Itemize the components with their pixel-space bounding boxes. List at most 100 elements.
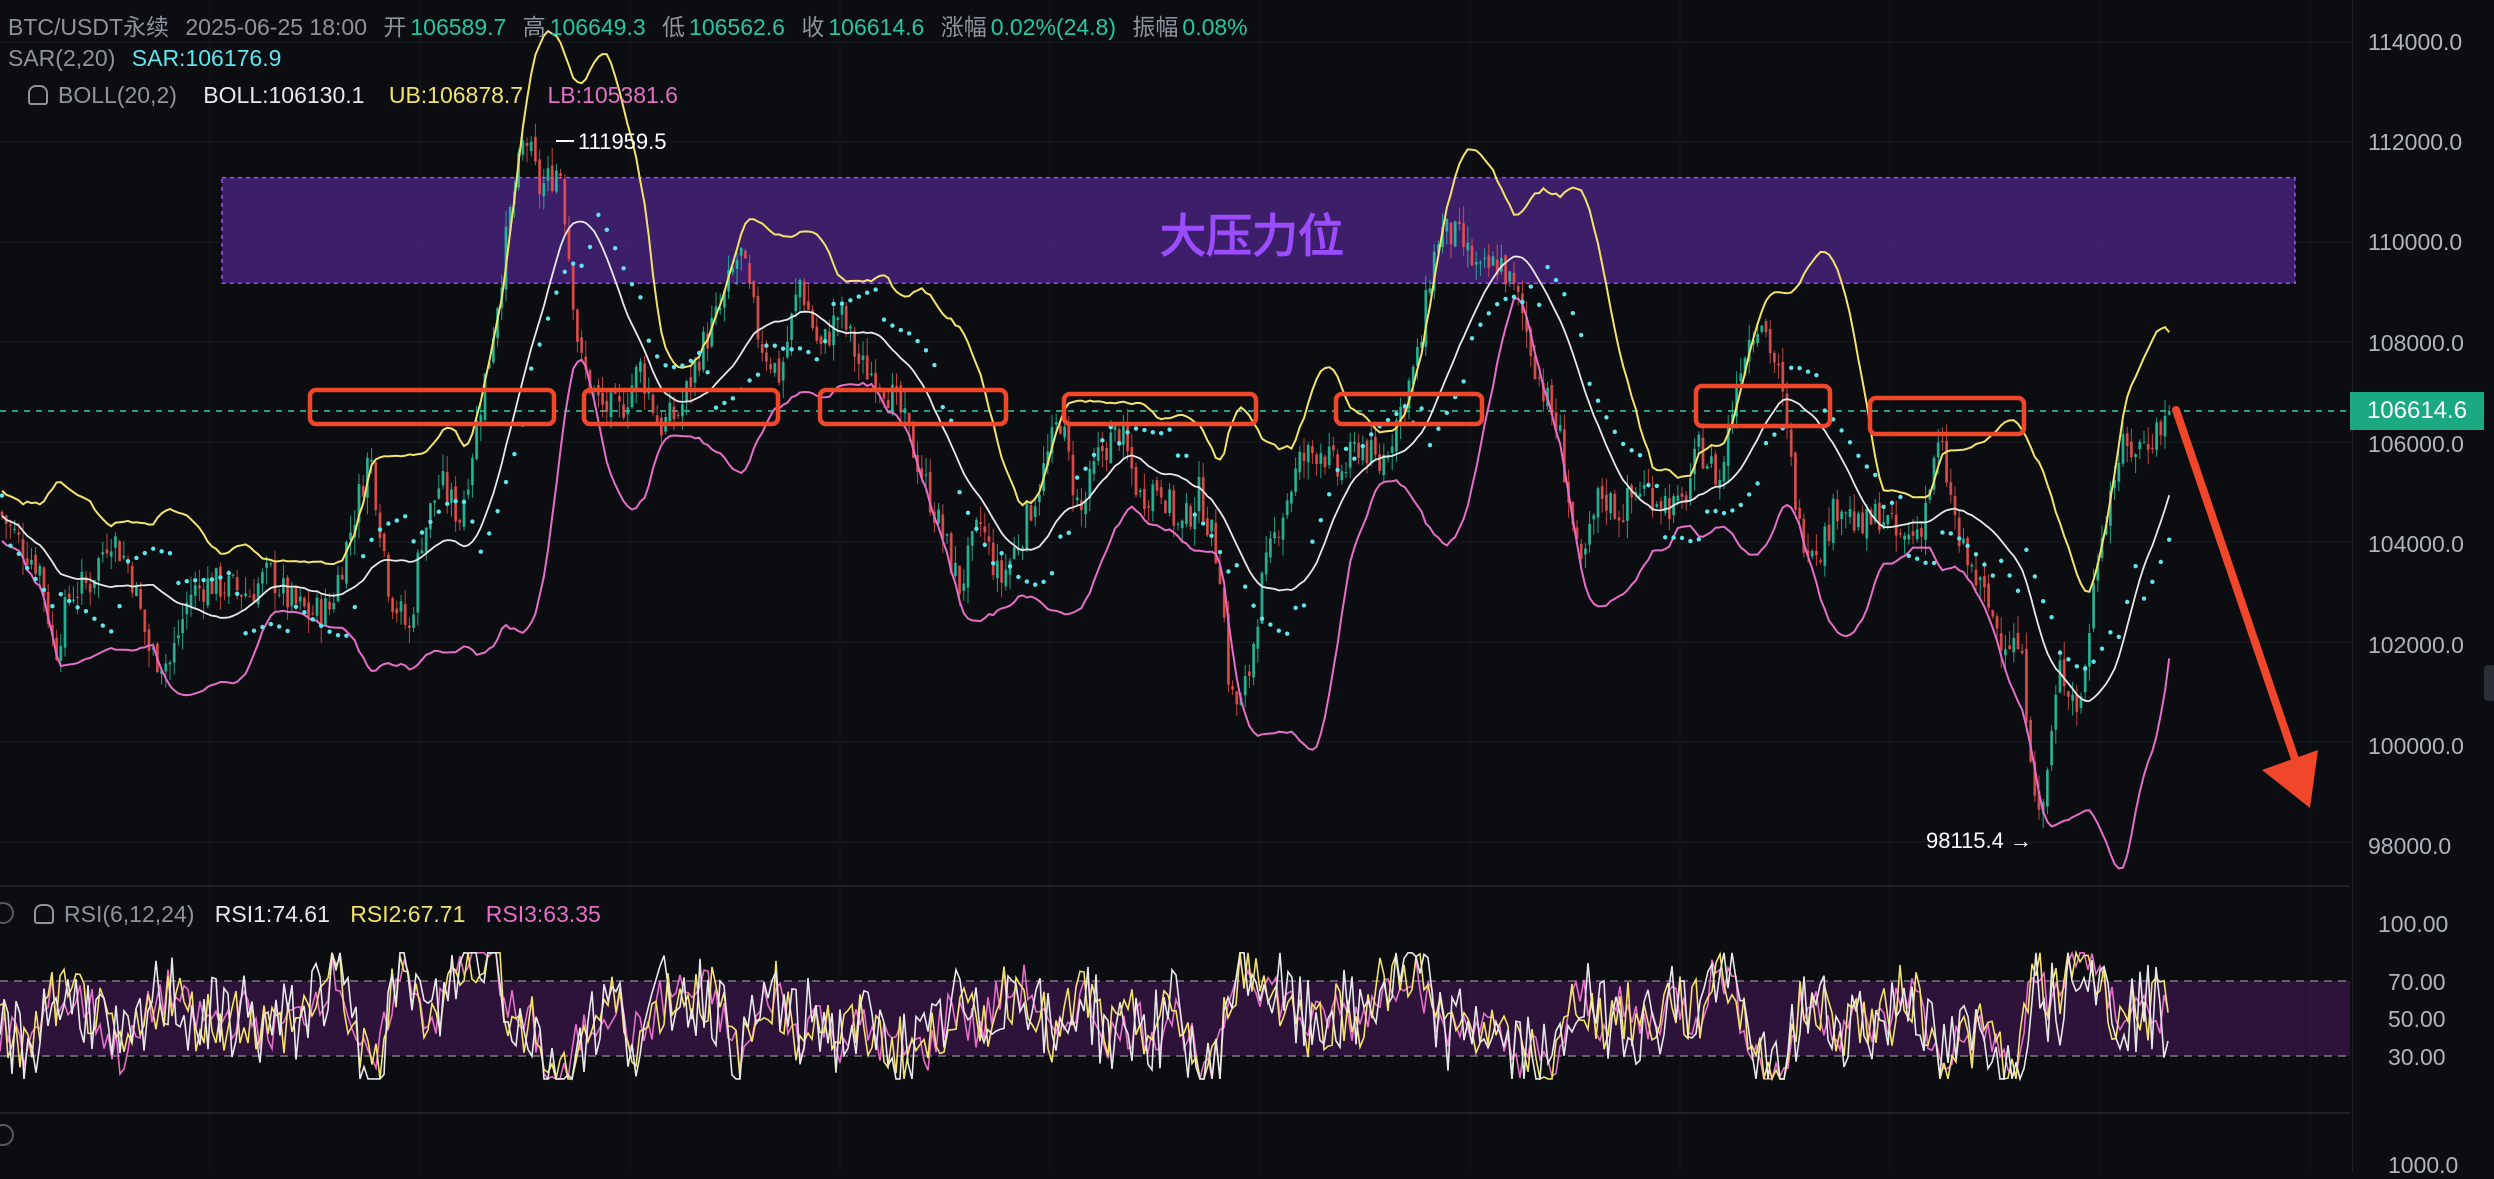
candle-body [760, 344, 764, 353]
sar-dot [537, 342, 542, 347]
candle-body [1449, 222, 1453, 245]
candle-body [781, 361, 785, 381]
candle-body [1987, 583, 1990, 608]
candle-body [1638, 493, 1642, 497]
change-label: 涨幅 [940, 14, 987, 40]
candle-body [1655, 504, 1659, 507]
candle-body [1789, 429, 1793, 457]
candle-body [231, 574, 235, 576]
candle-body [130, 565, 134, 593]
sar-dot [663, 363, 668, 368]
candle-body [1558, 425, 1562, 431]
candle-body [546, 168, 550, 181]
candle-body [1949, 482, 1953, 495]
sar-dot [1243, 584, 1248, 589]
sar-dot [562, 269, 567, 274]
sar-dot [1301, 603, 1307, 608]
high-value: 106649.3 [549, 14, 646, 40]
sar-dot [100, 623, 106, 628]
candle-body [139, 589, 142, 609]
candle-body [987, 536, 991, 542]
sar-dot [41, 587, 47, 593]
chart-canvas[interactable] [0, 0, 2494, 1172]
sar-legend[interactable]: SAR(2,20) SAR:106176.9 [8, 45, 291, 72]
candle-body [626, 407, 630, 415]
candle-body [563, 179, 567, 225]
sar-dot [1999, 558, 2004, 564]
candle-body [1113, 426, 1117, 431]
price-axis[interactable] [2352, 0, 2494, 1172]
rsi-alert-bell-icon[interactable] [34, 904, 54, 924]
candle-body [1508, 271, 1512, 282]
candle-body [794, 294, 798, 312]
sar-dot [1814, 372, 1819, 378]
rsi-legend[interactable]: RSI(6,12,24) RSI1:74.61 RSI2:67.71 RSI3:… [34, 901, 611, 928]
sar-dot [1789, 365, 1794, 371]
sar-dot [1360, 443, 1366, 449]
sar-dot [218, 575, 223, 580]
candle-body [1122, 425, 1125, 445]
sar-dot [1663, 535, 1668, 540]
candle-body [1777, 363, 1780, 366]
boll-lb-value: LB:105381.6 [547, 82, 678, 108]
candle-body [1458, 221, 1461, 225]
candle-body [265, 562, 268, 568]
axis-scroll-handle[interactable] [2484, 665, 2494, 701]
sar-dot [789, 347, 794, 352]
sar-dot [680, 363, 685, 368]
sar-dot [1520, 299, 1525, 305]
sar-dot [495, 508, 500, 514]
candle-body [63, 597, 67, 648]
alert-bell-icon[interactable] [28, 85, 48, 105]
sar-dot [1856, 453, 1861, 459]
candle-body [1592, 515, 1596, 520]
candle-body [9, 524, 12, 526]
candle-body [1689, 478, 1692, 500]
candle-body [1462, 223, 1465, 248]
sar-dot [1881, 504, 1886, 510]
sar-dot [1091, 452, 1097, 458]
sar-dot [974, 526, 979, 532]
candle-body [168, 662, 172, 665]
sar-dot [621, 266, 626, 271]
rsi-name[interactable]: RSI(6,12,24) [64, 901, 194, 927]
candle-body [996, 560, 999, 579]
candle-body [1155, 480, 1159, 491]
sar-dot [243, 631, 248, 636]
low-marker: 98115.4 → [1926, 828, 2033, 853]
candle-body [1365, 440, 1369, 464]
boll-legend[interactable]: BOLL(20,2) BOLL:106130.1 UB:106878.7 LB:… [28, 82, 688, 109]
candle-body [2088, 633, 2091, 667]
sar-dot [151, 546, 156, 551]
candle-body [1252, 643, 1255, 678]
candle-body [1516, 285, 1520, 292]
candle-body [1176, 523, 1180, 525]
sar-dot [865, 290, 870, 295]
sar-dot [176, 580, 181, 586]
high-marker: 111959.5 [578, 129, 667, 154]
candle-body [1336, 454, 1339, 477]
sar-dot [1562, 292, 1567, 297]
candle-body [1764, 321, 1768, 333]
symbol-label[interactable]: BTC/USDT永续 [8, 14, 169, 40]
candle-body [2146, 443, 2150, 450]
sar-name[interactable]: SAR(2,20) [8, 45, 115, 71]
open-value: 106589.7 [410, 14, 507, 40]
candle-body [580, 337, 583, 353]
candle-body [1306, 445, 1310, 463]
candle-body [798, 280, 802, 298]
candle-body [605, 400, 609, 413]
candle-body [1130, 446, 1134, 469]
sar-dot [1982, 562, 1987, 567]
candle-body [735, 260, 739, 269]
sar-dot [1570, 310, 1576, 316]
sar-dot [2057, 650, 2063, 655]
candle-body [105, 549, 109, 554]
candle-body [34, 554, 37, 574]
candle-body [634, 366, 638, 389]
candle-body [114, 536, 117, 548]
candle-body [1164, 500, 1167, 514]
open-label: 开 [383, 14, 407, 40]
boll-name[interactable]: BOLL(20,2) [58, 82, 177, 108]
sar-dot [1553, 277, 1559, 283]
